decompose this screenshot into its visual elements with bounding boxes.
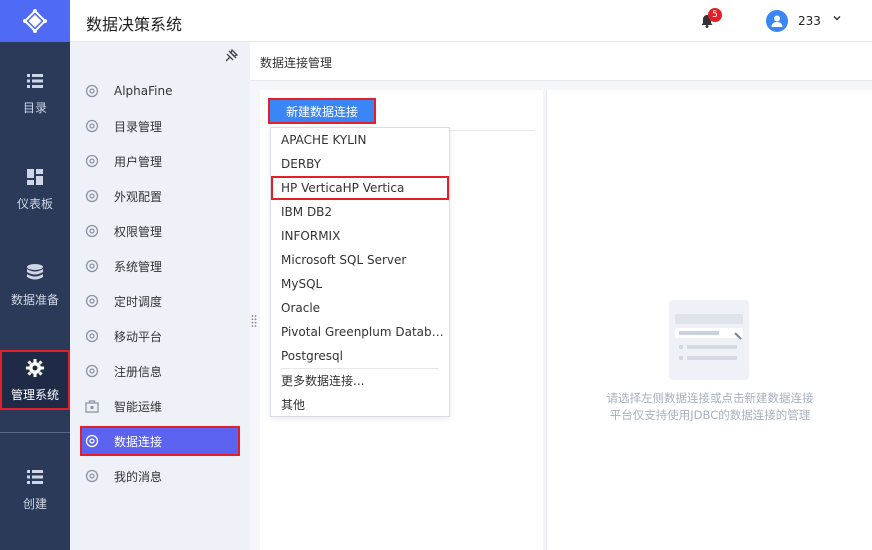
dropdown-item-other[interactable]: 其他	[271, 393, 449, 417]
dropdown-item[interactable]: IBM DB2	[271, 200, 449, 224]
dropdown-item[interactable]: Oracle	[271, 296, 449, 320]
gear-icon	[85, 224, 99, 238]
gear-icon	[85, 84, 99, 98]
sidebar-item-label: 定时调度	[114, 294, 163, 309]
gear-icon	[85, 119, 99, 133]
sidebar-item-system[interactable]: 系统管理	[80, 251, 240, 281]
nav-rail: 目录 仪表板 数据准备 管理系统 创建	[0, 0, 70, 550]
gear-icon	[85, 364, 99, 378]
rail-item-label: 创建	[22, 496, 47, 511]
pin-icon[interactable]	[224, 49, 238, 63]
sidebar-item-permission[interactable]: 权限管理	[80, 216, 240, 246]
sidebar-item-label: 外观配置	[114, 189, 163, 204]
sidebar-item-appearance[interactable]: 外观配置	[80, 181, 240, 211]
empty-state-icon	[669, 300, 749, 380]
sidebar-item-registration[interactable]: 注册信息	[80, 356, 240, 386]
sidebar-item-label: 系统管理	[114, 259, 163, 274]
dropdown-item[interactable]: Microsoft SQL Server	[271, 248, 449, 272]
management-sidebar: AlphaFine 目录管理 用户管理 外观配置 权限管理 系统管理 定时调度 …	[70, 42, 250, 550]
app-title: 数据决策系统	[86, 15, 183, 34]
rail-item-management[interactable]: 管理系统	[0, 350, 70, 410]
sidebar-item-schedule[interactable]: 定时调度	[80, 286, 240, 316]
sidebar-item-label: 我的消息	[114, 469, 163, 484]
sidebar-item-label: 数据连接	[114, 434, 163, 449]
connection-type-dropdown: APACHE KYLIN DERBY HP VerticaHP Vertica …	[270, 127, 450, 417]
sidebar-item-label: 目录管理	[114, 119, 163, 134]
empty-hint-line2: 平台仅支持使用JDBC的数据连接的管理	[609, 408, 811, 422]
rail-item-label: 数据准备	[10, 292, 59, 307]
gear-icon	[85, 294, 99, 308]
dropdown-item[interactable]: APACHE KYLIN	[271, 128, 449, 152]
list-icon	[27, 469, 43, 484]
rail-item-dashboard[interactable]: 仪表板	[0, 158, 70, 220]
gear-icon	[85, 434, 99, 448]
dashboard-icon	[27, 168, 43, 185]
dropdown-item-hp-vertica[interactable]: HP VerticaHP Vertica	[271, 176, 449, 200]
gear-icon	[85, 329, 99, 343]
sidebar-item-ops[interactable]: 智能运维	[80, 391, 240, 421]
username[interactable]: 233	[798, 14, 821, 28]
rail-item-catalog[interactable]: 目录	[0, 62, 70, 124]
sidebar-item-alphafine[interactable]: AlphaFine	[80, 76, 240, 106]
database-icon	[27, 263, 43, 279]
notification-badge: 5	[708, 8, 722, 22]
gear-icon	[85, 259, 99, 273]
gear-icon	[85, 469, 99, 483]
dropdown-item[interactable]: Pivotal Greenplum Database	[271, 320, 449, 344]
sidebar-item-catalog-mgmt[interactable]: 目录管理	[80, 111, 240, 141]
sidebar-item-user-mgmt[interactable]: 用户管理	[80, 146, 240, 176]
new-connection-button[interactable]: 新建数据连接	[268, 98, 376, 124]
dropdown-item[interactable]: DERBY	[271, 152, 449, 176]
logo-icon	[23, 9, 47, 33]
dropdown-item[interactable]: MySQL	[271, 272, 449, 296]
sidebar-item-data-connection[interactable]: 数据连接	[80, 426, 240, 456]
sidebar-item-label: 用户管理	[114, 154, 163, 169]
dropdown-item-more[interactable]: 更多数据连接...	[271, 369, 449, 393]
chevron-down-icon[interactable]	[832, 13, 842, 23]
sidebar-item-mobile[interactable]: 移动平台	[80, 321, 240, 351]
gear-icon	[26, 358, 44, 377]
toolbox-icon	[85, 400, 99, 413]
empty-hint-line1: 请选择左侧数据连接或点击新建数据连接	[606, 391, 814, 405]
breadcrumb: 数据连接管理	[260, 56, 333, 70]
connection-detail-panel: 请选择左侧数据连接或点击新建数据连接 平台仅支持使用JDBC的数据连接的管理	[546, 90, 872, 550]
sidebar-item-label: 注册信息	[114, 364, 163, 379]
sidebar-item-messages[interactable]: 我的消息	[80, 461, 240, 491]
avatar[interactable]	[766, 10, 788, 32]
rail-item-label: 仪表板	[16, 196, 53, 211]
drag-handle-icon[interactable]	[251, 314, 257, 328]
top-header: 数据决策系统 5 233	[70, 0, 872, 42]
rail-item-label: 管理系统	[10, 387, 59, 402]
rail-item-label: 目录	[22, 100, 47, 115]
app-logo[interactable]	[0, 0, 70, 42]
rail-item-create[interactable]: 创建	[0, 458, 70, 520]
dropdown-item[interactable]: INFORMIX	[271, 224, 449, 248]
sidebar-item-label: 智能运维	[114, 399, 163, 414]
dropdown-item[interactable]: Postgresql	[271, 344, 449, 368]
list-icon	[27, 73, 43, 88]
sidebar-item-label: 移动平台	[114, 329, 163, 344]
main-content: 数据连接管理 新建数据连接 APACHE KYLIN DERBY HP Vert…	[250, 42, 872, 550]
gear-icon	[85, 189, 99, 203]
connection-list-panel: 新建数据连接 APACHE KYLIN DERBY HP VerticaHP V…	[260, 90, 543, 550]
rail-item-data-prep[interactable]: 数据准备	[0, 254, 70, 316]
rail-divider	[0, 432, 70, 433]
sidebar-item-label: AlphaFine	[114, 84, 173, 98]
user-icon	[771, 15, 783, 27]
sidebar-item-label: 权限管理	[114, 224, 163, 239]
gear-icon	[85, 154, 99, 168]
breadcrumb-bar: 数据连接管理	[250, 42, 872, 81]
